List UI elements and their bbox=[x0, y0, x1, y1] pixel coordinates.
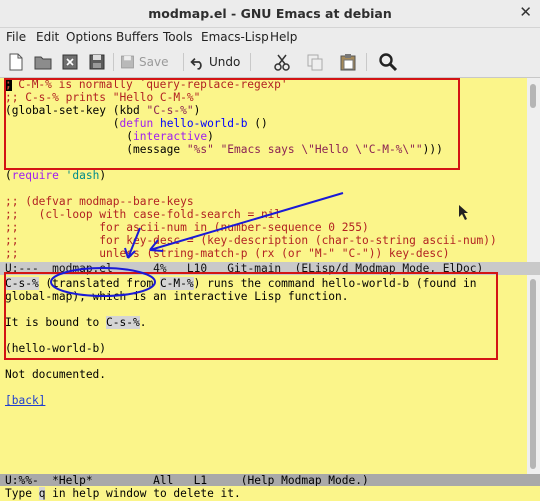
menu-emacs-lisp[interactable]: Emacs-Lisp bbox=[201, 30, 269, 44]
save-icon[interactable] bbox=[119, 52, 136, 72]
save-icon[interactable] bbox=[87, 52, 107, 72]
scrollbar-thumb[interactable] bbox=[530, 279, 536, 469]
cut-icon[interactable] bbox=[272, 52, 292, 72]
close-buffer-icon[interactable] bbox=[60, 52, 80, 72]
menu-buffers[interactable]: Buffers bbox=[116, 30, 159, 44]
echo-text: in help window to delete it. bbox=[45, 487, 241, 500]
scrollbar-top[interactable] bbox=[527, 78, 540, 262]
undo-button[interactable]: Undo bbox=[209, 55, 240, 69]
comment-line: ;; for key-desc = (key-description (char… bbox=[5, 234, 497, 247]
help-doc: Not documented. bbox=[5, 368, 107, 381]
save-button[interactable]: Save bbox=[139, 55, 168, 69]
menu-tools[interactable]: Tools bbox=[163, 30, 193, 44]
code-line: (require 'dash) bbox=[5, 169, 106, 182]
code-text: ( bbox=[5, 169, 12, 182]
menu-help[interactable]: Help bbox=[270, 30, 297, 44]
comment-line: ;; for ascii-num in (number-sequence 0 2… bbox=[5, 221, 369, 234]
echo-area: Type q in help window to delete it. bbox=[0, 486, 540, 501]
menu-bar: File Edit Options Buffers Tools Emacs-Li… bbox=[0, 28, 540, 47]
echo-text: Type bbox=[5, 487, 39, 500]
copy-icon[interactable] bbox=[305, 52, 325, 72]
toolbar-separator bbox=[250, 53, 251, 71]
paste-icon[interactable] bbox=[338, 52, 358, 72]
comment-line: ;; (cl-loop with case-fold-search = nil bbox=[5, 208, 282, 221]
scrollbar-thumb[interactable] bbox=[530, 84, 536, 108]
toolbar-separator bbox=[113, 53, 114, 71]
new-file-icon[interactable] bbox=[6, 52, 26, 72]
close-window-button[interactable]: ✕ bbox=[519, 3, 532, 21]
menu-options[interactable]: Options bbox=[66, 30, 112, 44]
menu-edit[interactable]: Edit bbox=[36, 30, 59, 44]
search-icon[interactable] bbox=[378, 52, 398, 72]
keyword: require bbox=[11, 169, 59, 182]
annotation-red-box-code bbox=[4, 78, 460, 170]
comment-line: ;; (defvar modmap--bare-keys bbox=[5, 195, 194, 208]
open-folder-icon[interactable] bbox=[33, 52, 53, 72]
title-bar: modmap.el - GNU Emacs at debian ✕ bbox=[0, 0, 540, 28]
code-text: ) bbox=[99, 169, 107, 182]
back-link[interactable]: [back] bbox=[5, 394, 45, 407]
scrollbar-bottom[interactable] bbox=[527, 275, 540, 474]
toolbar: Save Undo bbox=[0, 47, 540, 78]
window-title: modmap.el - GNU Emacs at debian bbox=[148, 6, 392, 21]
comment-line: ;; unless (string-match-p (rx (or "M-" "… bbox=[5, 247, 450, 260]
undo-icon[interactable] bbox=[189, 52, 206, 72]
menu-file[interactable]: File bbox=[6, 30, 26, 44]
annotation-red-box-help bbox=[4, 272, 498, 360]
constant: 'dash bbox=[65, 169, 100, 182]
toolbar-separator bbox=[183, 53, 184, 71]
toolbar-separator bbox=[366, 53, 367, 71]
